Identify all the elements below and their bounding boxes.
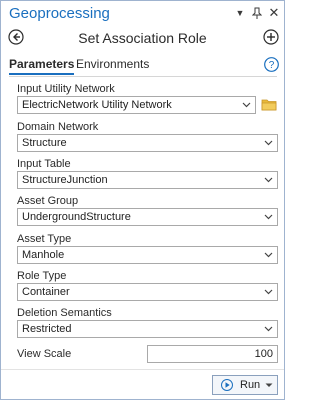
param-label-domain-network: Domain Network: [17, 121, 99, 133]
param-label-input-table: Input Table: [17, 158, 71, 170]
pane-title: Geoprocessing: [9, 5, 110, 22]
run-button[interactable]: Run: [212, 375, 278, 395]
asset-type-combo[interactable]: Manhole: [17, 246, 278, 264]
chevron-down-icon: [242, 102, 251, 108]
domain-network-combo[interactable]: Structure: [17, 134, 278, 152]
title-bar: Geoprocessing ▼ ✕: [1, 1, 284, 25]
role-type-combo[interactable]: Container: [17, 283, 278, 301]
play-icon: [221, 379, 233, 391]
footer-divider: [1, 369, 284, 370]
chevron-down-icon: [264, 140, 273, 146]
add-circle-icon[interactable]: [263, 29, 279, 45]
view-scale-label: View Scale: [17, 348, 72, 360]
combo-value: Container: [22, 286, 70, 298]
run-label: Run: [240, 379, 261, 391]
tool-title: Set Association Role: [78, 30, 207, 46]
tab-parameters[interactable]: Parameters: [9, 57, 75, 75]
chevron-down-icon: [264, 177, 273, 183]
asset-group-combo[interactable]: UndergroundStructure: [17, 208, 278, 226]
run-options-chevron-down-icon[interactable]: [265, 383, 273, 388]
pin-icon[interactable]: [250, 6, 264, 20]
svg-text:?: ?: [269, 60, 275, 71]
chevron-down-icon: [264, 289, 273, 295]
combo-value: Restricted: [22, 323, 72, 335]
tab-environments[interactable]: Environments: [76, 57, 149, 71]
param-label-role-type: Role Type: [17, 270, 67, 282]
view-scale-input[interactable]: 100: [147, 345, 278, 363]
folder-icon[interactable]: [261, 97, 277, 111]
combo-value: UndergroundStructure: [22, 211, 131, 223]
combo-value: ElectricNetwork Utility Network: [22, 99, 172, 111]
deletion-semantics-combo[interactable]: Restricted: [17, 320, 278, 338]
help-icon[interactable]: ?: [264, 57, 279, 72]
geoprocessing-pane: Geoprocessing ▼ ✕ Set Association Role P…: [0, 0, 285, 400]
param-label-input-utility-network: Input Utility Network: [17, 83, 115, 95]
combo-value: Manhole: [22, 249, 65, 261]
chevron-down-icon: [264, 326, 273, 332]
param-label-asset-group: Asset Group: [17, 195, 79, 207]
input-utility-network-combo[interactable]: ElectricNetwork Utility Network: [17, 96, 256, 114]
input-table-combo[interactable]: StructureJunction: [17, 171, 278, 189]
pane-options-chevron-down-icon[interactable]: ▼: [233, 6, 247, 20]
param-label-asset-type: Asset Type: [17, 233, 72, 245]
chevron-down-icon: [264, 252, 273, 258]
chevron-down-icon: [264, 214, 273, 220]
param-label-deletion-semantics: Deletion Semantics: [17, 307, 112, 319]
tool-header: Set Association Role: [1, 27, 284, 49]
close-icon[interactable]: ✕: [267, 5, 281, 20]
combo-value: Structure: [22, 137, 67, 149]
combo-value: StructureJunction: [22, 174, 108, 186]
tab-divider: [9, 76, 277, 77]
